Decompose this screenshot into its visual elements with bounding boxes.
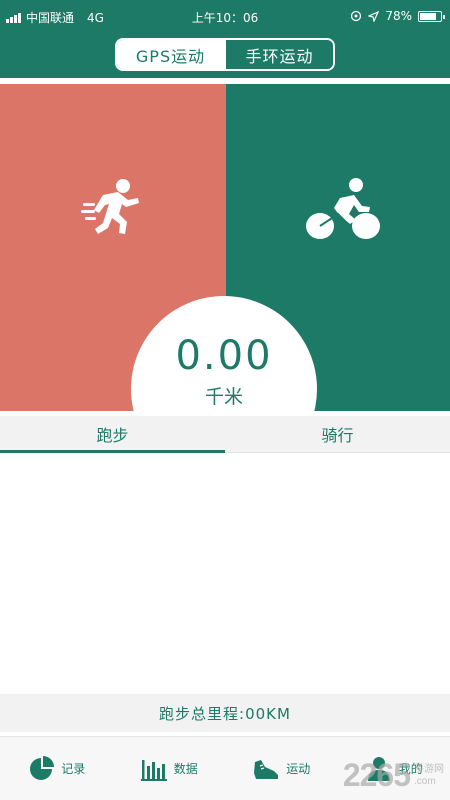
site-watermark: 2265 手游网 .com	[343, 757, 444, 794]
tab-gps-sport[interactable]: GPS运动	[117, 40, 224, 69]
tab-band-sport[interactable]: 手环运动	[224, 40, 333, 69]
bar-chart-icon	[140, 759, 167, 781]
location-arrow-icon	[368, 10, 380, 22]
status-right: 78%	[350, 9, 445, 23]
tab-running[interactable]: 跑步	[0, 416, 225, 453]
watermark-text: 手游网 .com	[414, 764, 444, 788]
total-distance: 跑步总里程:00KM	[0, 694, 450, 732]
tab-cycling[interactable]: 骑行	[225, 416, 450, 452]
status-bar: 中国联通 4G 上午10：06 78%	[0, 0, 450, 32]
nav-label-data: 数据	[173, 762, 198, 776]
distance-unit: 千米	[204, 386, 243, 408]
battery-percent: 78%	[385, 9, 412, 23]
content-area	[0, 454, 450, 694]
sport-tabs: 跑步 骑行	[0, 416, 450, 453]
watermark-site: 手游网	[414, 763, 444, 775]
shoe-icon	[254, 759, 279, 779]
watermark-number: 2265	[342, 757, 411, 793]
header: GPS运动 手环运动	[0, 32, 450, 78]
nav-label-records: 记录	[61, 762, 86, 776]
nav-item-data[interactable]: 数据	[113, 737, 226, 800]
running-person-icon	[81, 179, 139, 234]
nav-item-records[interactable]: 记录	[0, 737, 113, 800]
distance-value: 0.00	[175, 333, 273, 379]
alarm-icon	[351, 10, 362, 22]
nav-item-sport[interactable]: 运动	[225, 737, 338, 800]
nav-label-sport: 运动	[286, 762, 311, 776]
mode-segmented-control: GPS运动 手环运动	[115, 38, 335, 71]
pie-chart-icon	[30, 755, 55, 780]
watermark-suffix: .com	[414, 775, 436, 787]
cyclist-icon	[306, 178, 380, 239]
battery-icon	[418, 10, 445, 22]
